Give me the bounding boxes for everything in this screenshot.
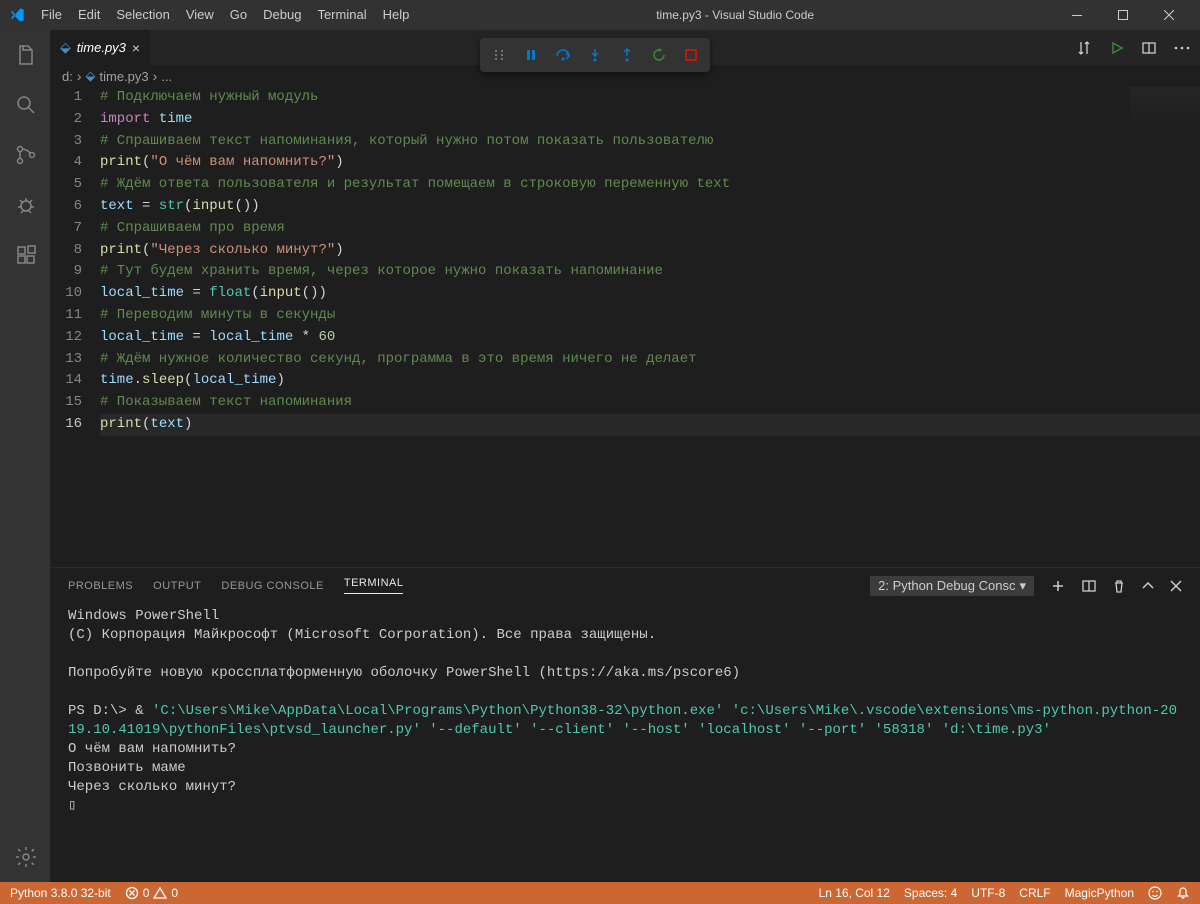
python-file-icon: ⬙ [86, 68, 96, 84]
new-terminal-icon[interactable] [1050, 578, 1066, 594]
line-gutter: 12345678910111213141516 [50, 87, 100, 567]
kill-terminal-icon[interactable] [1112, 579, 1126, 593]
minimize-button[interactable] [1054, 0, 1100, 30]
panel-tab-problems[interactable]: PROBLEMS [68, 580, 133, 592]
window-title: time.py3 - Visual Studio Code [416, 8, 1054, 22]
menu-help[interactable]: Help [376, 0, 417, 30]
tab-time-py3[interactable]: ⬙ time.py3 × [50, 30, 151, 65]
menu-view[interactable]: View [179, 0, 221, 30]
panel-tab-debug-console[interactable]: DEBUG CONSOLE [221, 580, 323, 592]
breadcrumb-more[interactable]: ... [161, 69, 172, 84]
status-problems[interactable]: 0 0 [125, 886, 178, 900]
terminal-selector[interactable]: 2: Python Debug Consc▾ [870, 576, 1034, 596]
explorer-icon[interactable] [0, 30, 50, 80]
status-language[interactable]: MagicPython [1065, 886, 1134, 900]
vscode-logo-icon [8, 6, 26, 24]
status-encoding[interactable]: UTF-8 [971, 886, 1005, 900]
split-terminal-icon[interactable] [1082, 579, 1096, 593]
restart-button[interactable] [644, 42, 674, 68]
panel-tabs: PROBLEMS OUTPUT DEBUG CONSOLE TERMINAL 2… [50, 568, 1200, 603]
run-icon[interactable] [1110, 41, 1124, 55]
menu-selection[interactable]: Selection [109, 0, 176, 30]
pause-button[interactable] [516, 42, 546, 68]
code-area[interactable]: # Подключаем нужный модульimport time# С… [100, 87, 1200, 567]
settings-gear-icon[interactable] [0, 832, 50, 882]
menu-edit[interactable]: Edit [71, 0, 107, 30]
status-lncol[interactable]: Ln 16, Col 12 [819, 886, 890, 900]
menu-terminal[interactable]: Terminal [310, 0, 373, 30]
menu-bar: FileEditSelectionViewGoDebugTerminalHelp [34, 0, 416, 30]
close-tab-icon[interactable]: × [132, 40, 140, 56]
close-panel-icon[interactable] [1170, 580, 1182, 592]
statusbar: Python 3.8.0 32-bit 0 0 Ln 16, Col 12 Sp… [0, 882, 1200, 904]
stop-button[interactable] [676, 42, 706, 68]
maximize-button[interactable] [1100, 0, 1146, 30]
drag-handle-icon[interactable] [484, 42, 514, 68]
breadcrumb-drive[interactable]: d: [62, 69, 73, 84]
titlebar: FileEditSelectionViewGoDebugTerminalHelp… [0, 0, 1200, 30]
feedback-icon[interactable] [1148, 886, 1162, 900]
status-python[interactable]: Python 3.8.0 32-bit [10, 886, 111, 900]
editor[interactable]: 12345678910111213141516 # Подключаем нуж… [50, 87, 1200, 567]
source-control-icon[interactable] [0, 130, 50, 180]
window-controls [1054, 0, 1192, 30]
editor-actions [1066, 30, 1200, 65]
terminal[interactable]: Windows PowerShell (C) Корпорация Майкро… [50, 603, 1200, 882]
minimap[interactable] [1130, 87, 1200, 127]
extensions-icon[interactable] [0, 230, 50, 280]
status-eol[interactable]: CRLF [1019, 886, 1050, 900]
status-spaces[interactable]: Spaces: 4 [904, 886, 957, 900]
chevron-right-icon: › [77, 68, 82, 84]
panel-tab-terminal[interactable]: TERMINAL [344, 577, 404, 594]
compare-changes-icon[interactable] [1076, 40, 1092, 56]
close-button[interactable] [1146, 0, 1192, 30]
python-file-icon: ⬙ [60, 39, 71, 56]
panel-tab-output[interactable]: OUTPUT [153, 580, 201, 592]
activity-bar [0, 30, 50, 882]
panel: PROBLEMS OUTPUT DEBUG CONSOLE TERMINAL 2… [50, 567, 1200, 882]
menu-file[interactable]: File [34, 0, 69, 30]
tab-label: time.py3 [77, 40, 126, 55]
step-out-button[interactable] [612, 42, 642, 68]
maximize-panel-icon[interactable] [1142, 582, 1154, 590]
chevron-right-icon: › [153, 68, 158, 84]
menu-debug[interactable]: Debug [256, 0, 308, 30]
editor-group: ⬙ time.py3 × d: › ⬙ time.py3 › ... 12345… [50, 30, 1200, 882]
split-editor-icon[interactable] [1142, 41, 1156, 55]
notifications-icon[interactable] [1176, 886, 1190, 900]
breadcrumb-file[interactable]: time.py3 [100, 69, 149, 84]
step-into-button[interactable] [580, 42, 610, 68]
debug-icon[interactable] [0, 180, 50, 230]
menu-go[interactable]: Go [223, 0, 254, 30]
debug-toolbar[interactable] [480, 38, 710, 72]
step-over-button[interactable] [548, 42, 578, 68]
search-icon[interactable] [0, 80, 50, 130]
more-actions-icon[interactable] [1174, 46, 1190, 50]
